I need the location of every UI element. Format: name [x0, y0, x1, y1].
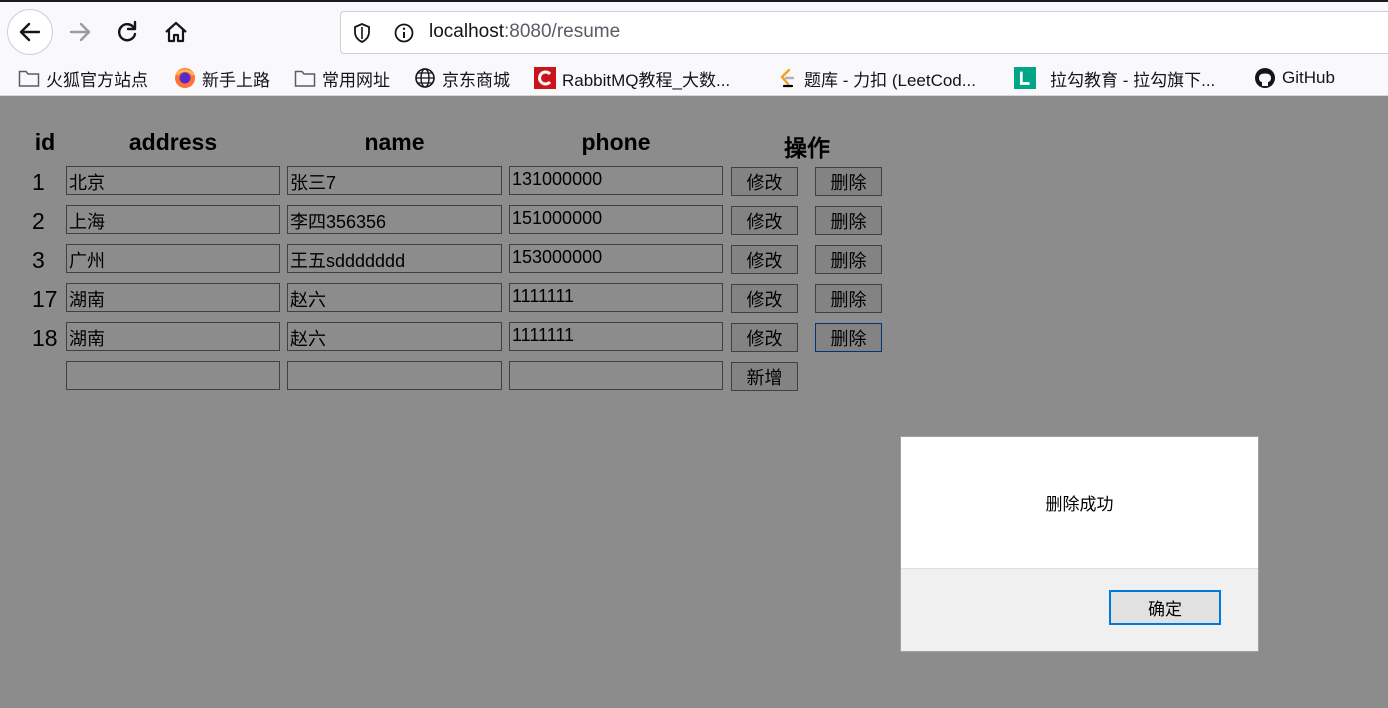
forward-button[interactable]: [57, 9, 103, 55]
back-button[interactable]: [7, 9, 53, 55]
bookmark-item[interactable]: 拉勾教育 - 拉勾旗下...: [1014, 64, 1215, 92]
bookmark-label: 火狐官方站点: [46, 70, 148, 90]
url-text[interactable]: localhost:8080/resume: [429, 21, 620, 43]
bookmark-item[interactable]: 火狐官方站点: [18, 64, 148, 92]
reload-icon: [114, 19, 140, 45]
bookmark-item[interactable]: GitHub: [1254, 64, 1335, 92]
info-icon[interactable]: [393, 22, 415, 48]
url-host: localhost: [429, 21, 504, 42]
arrow-left-icon: [17, 19, 43, 45]
dialog-message: 删除成功: [1045, 495, 1114, 514]
firefox-icon: [174, 67, 196, 89]
lagou-icon: [1014, 67, 1036, 89]
arrow-right-icon: [67, 19, 93, 45]
ok-button[interactable]: 确定: [1109, 590, 1221, 625]
globe-icon: [414, 67, 436, 89]
bookmark-label: RabbitMQ教程_大数...: [562, 70, 731, 90]
bookmarks-toolbar: 火狐官方站点 新手上路 常用网址 京东商城 RabbitMQ教程_大数... 题…: [0, 60, 1388, 96]
home-button[interactable]: [153, 9, 199, 55]
bookmark-item[interactable]: RabbitMQ教程_大数...: [534, 64, 730, 92]
bookmark-label: 新手上路: [202, 70, 270, 90]
bookmark-item[interactable]: 常用网址: [294, 64, 390, 92]
bookmark-label: 常用网址: [322, 70, 390, 90]
folder-icon: [18, 67, 40, 89]
dialog-footer: 确定: [901, 568, 1258, 651]
bookmark-label: 题库 - 力扣 (LeetCod...: [804, 70, 976, 90]
bookmark-item[interactable]: 题库 - 力扣 (LeetCod...: [776, 64, 976, 92]
github-icon: [1254, 67, 1276, 89]
bookmark-item[interactable]: 新手上路: [174, 64, 270, 92]
csdn-icon: [534, 67, 556, 89]
reload-button[interactable]: [104, 9, 150, 55]
bookmark-label: GitHub: [1282, 68, 1335, 87]
shield-icon[interactable]: [351, 22, 373, 48]
folder-icon: [294, 67, 316, 89]
url-path: :8080/resume: [504, 21, 621, 42]
bookmark-item[interactable]: 京东商城: [414, 64, 510, 92]
leetcode-icon: [776, 67, 798, 89]
home-icon: [163, 19, 189, 45]
bookmark-label: 京东商城: [442, 70, 510, 90]
bookmark-label: 拉勾教育 - 拉勾旗下...: [1050, 70, 1216, 90]
alert-dialog: 删除成功 确定: [900, 436, 1259, 652]
navigation-toolbar: localhost:8080/resume: [0, 2, 1388, 60]
address-bar[interactable]: localhost:8080/resume: [340, 11, 1388, 54]
